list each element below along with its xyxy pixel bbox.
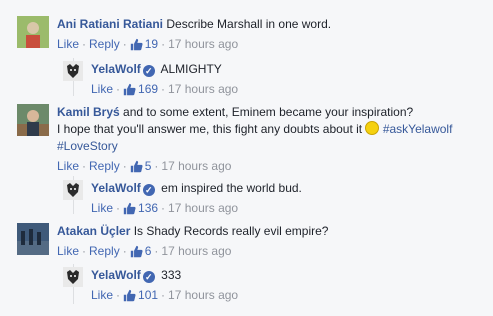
comment-actions: Like · Reply · 19 · 17 hours ago — [57, 37, 239, 51]
author-name[interactable]: Ani Ratiani Ratiani — [57, 17, 163, 31]
comment-text-line: YelaWolf ✓ 333 — [91, 267, 238, 284]
wolf-logo-icon — [63, 180, 83, 200]
comment-text: Describe Marshall in one word. — [166, 17, 332, 31]
avatar-image — [17, 104, 49, 136]
like-count[interactable]: 101 — [123, 288, 158, 302]
thumbs-up-icon — [130, 245, 143, 258]
like-button[interactable]: Like — [57, 244, 79, 258]
comment-text-line: YelaWolf ✓ ALMIGHTY — [91, 61, 238, 78]
thumbs-up-icon — [130, 38, 143, 51]
smile-emoji-icon — [365, 121, 380, 135]
avatar[interactable] — [17, 223, 49, 255]
author-name[interactable]: Kamil Bryś — [57, 105, 120, 119]
timestamp[interactable]: 17 hours ago — [161, 244, 231, 258]
reply-button[interactable]: Reply — [89, 244, 120, 258]
timestamp[interactable]: 17 hours ago — [168, 288, 238, 302]
comment-text-line: #LoveStory — [57, 138, 482, 155]
like-count[interactable]: 169 — [123, 82, 158, 96]
comment-text: 333 — [161, 268, 182, 282]
like-button[interactable]: Like — [57, 159, 79, 173]
timestamp[interactable]: 17 hours ago — [161, 159, 231, 173]
like-button[interactable]: Like — [91, 82, 113, 96]
avatar-image — [17, 223, 49, 255]
avatar-image — [17, 16, 49, 48]
avatar[interactable] — [63, 61, 83, 81]
thumbs-up-icon — [123, 83, 136, 96]
thumbs-up-icon — [123, 289, 136, 302]
like-count[interactable]: 136 — [123, 201, 158, 215]
author-name[interactable]: YelaWolf — [91, 62, 141, 76]
author-name[interactable]: YelaWolf — [91, 181, 141, 195]
reply-button[interactable]: Reply — [89, 159, 120, 173]
avatar[interactable] — [63, 267, 83, 287]
like-button[interactable]: Like — [91, 201, 113, 215]
like-button[interactable]: Like — [91, 288, 113, 302]
verified-badge-icon: ✓ — [142, 65, 155, 77]
verified-badge-icon: ✓ — [142, 184, 155, 196]
comment-text: Is Shady Records really evil empire? — [133, 224, 329, 238]
avatar[interactable] — [63, 180, 83, 200]
comment-text-line: Ani Ratiani Ratiani Describe Marshall in… — [57, 16, 331, 33]
thumbs-up-icon — [123, 202, 136, 215]
comment-actions: Like · 101 · 17 hours ago — [91, 288, 239, 302]
hashtag-link[interactable]: #LoveStory — [57, 139, 118, 153]
comment-text-line: I hope that you'll answer me, this fight… — [57, 121, 482, 138]
thumbs-up-icon — [130, 160, 143, 173]
comment-actions: Like · 136 · 17 hours ago — [91, 201, 239, 215]
like-button[interactable]: Like — [57, 37, 79, 51]
comment-actions: Like · 169 · 17 hours ago — [91, 82, 239, 96]
verified-badge-icon: ✓ — [142, 271, 155, 283]
comment-actions: Like · Reply · 5 · 17 hours ago — [57, 159, 232, 173]
comment-text-line: YelaWolf ✓ em inspired the world bud. — [91, 180, 302, 197]
comment-text-line: Atakan Üçler Is Shady Records really evi… — [57, 223, 328, 240]
like-count[interactable]: 19 — [130, 37, 158, 51]
hashtag-link[interactable]: #askYelawolf — [383, 122, 453, 136]
timestamp[interactable]: 17 hours ago — [168, 37, 238, 51]
author-name[interactable]: Atakan Üçler — [57, 224, 130, 238]
timestamp[interactable]: 17 hours ago — [168, 82, 238, 96]
comment-actions: Like · Reply · 6 · 17 hours ago — [57, 244, 232, 258]
reply-button[interactable]: Reply — [89, 37, 120, 51]
avatar[interactable] — [17, 104, 49, 136]
author-name[interactable]: YelaWolf — [91, 268, 141, 282]
comment-text: ALMIGHTY — [160, 62, 222, 76]
like-count[interactable]: 6 — [130, 244, 151, 258]
comment-text: I hope that you'll answer me, this fight… — [57, 122, 363, 136]
like-count[interactable]: 5 — [130, 159, 151, 173]
comment-text-line: Kamil Bryś and to some extent, Eminem be… — [57, 104, 482, 121]
avatar[interactable] — [17, 16, 49, 48]
wolf-logo-icon — [63, 61, 83, 81]
comment-text: and to some extent, Eminem became your i… — [123, 105, 414, 119]
wolf-logo-icon — [63, 267, 83, 287]
comment-text: em inspired the world bud. — [161, 181, 302, 195]
timestamp[interactable]: 17 hours ago — [168, 201, 238, 215]
